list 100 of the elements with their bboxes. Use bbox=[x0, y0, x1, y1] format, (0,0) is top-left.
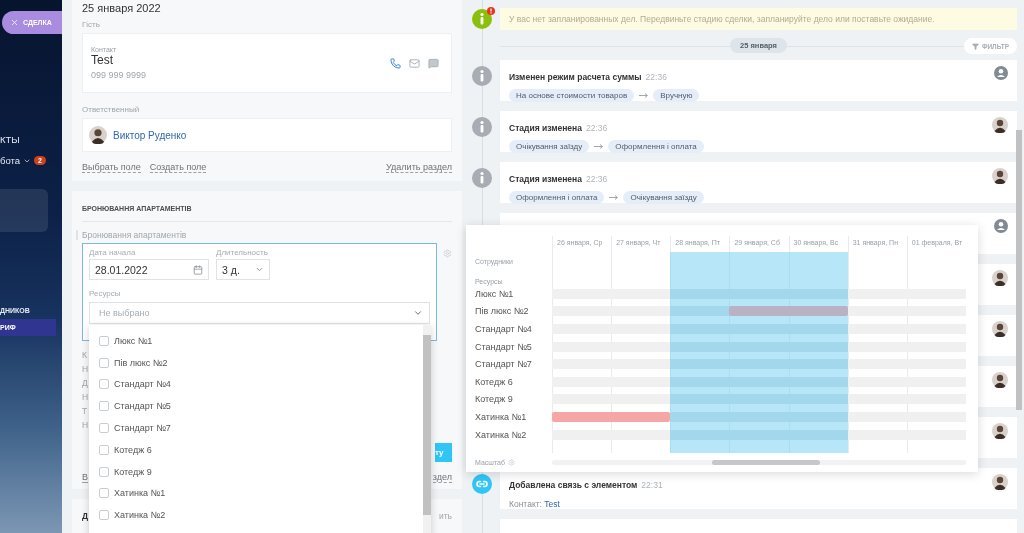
phone-icon[interactable] bbox=[390, 57, 401, 69]
settings-icon[interactable] bbox=[507, 459, 515, 467]
field-value: Н bbox=[82, 420, 89, 430]
info-icon bbox=[472, 9, 492, 29]
contact-phone: 099 999 9999 bbox=[91, 70, 147, 80]
sidebar-item[interactable]: бота bbox=[0, 155, 21, 166]
checkbox[interactable] bbox=[99, 401, 109, 412]
avatar bbox=[992, 117, 1008, 133]
info-icon bbox=[472, 168, 492, 188]
sidebar-item[interactable]: КТЫ bbox=[0, 132, 20, 147]
booking-cell[interactable] bbox=[788, 306, 848, 317]
resource-name: Котедж 9 bbox=[475, 394, 514, 405]
booking-cell[interactable] bbox=[729, 306, 789, 317]
sidebar-panel bbox=[0, 189, 48, 232]
filter-icon bbox=[971, 42, 979, 50]
resource-name: Котедж 6 bbox=[475, 376, 514, 387]
dropdown-option[interactable]: Люкс №1 bbox=[89, 330, 419, 352]
field-value: Н bbox=[82, 364, 89, 374]
delete-section-link[interactable]: Удалить раздел bbox=[386, 162, 452, 173]
event-time: 22:36 bbox=[585, 123, 608, 133]
dropdown-option[interactable]: Котедж 6 bbox=[89, 439, 419, 461]
resource-name: Стандарт №7 bbox=[475, 359, 533, 370]
arrow-icon bbox=[594, 144, 604, 149]
contact-name: Test bbox=[91, 53, 114, 67]
horizontal-scrollbar[interactable] bbox=[552, 460, 966, 466]
stage-chip: Очікування заїзду bbox=[509, 140, 590, 153]
checkbox[interactable] bbox=[99, 444, 109, 455]
field-label: Длительность bbox=[216, 248, 269, 257]
field-label: Т bbox=[82, 406, 88, 416]
field-label: Ответственный bbox=[82, 105, 141, 114]
booking-cell[interactable] bbox=[552, 411, 612, 422]
field-link[interactable]: Создать поле bbox=[149, 162, 207, 173]
event-title: Изменен режим расчета суммы bbox=[509, 72, 642, 82]
link-icon bbox=[472, 474, 492, 494]
checkbox[interactable] bbox=[99, 379, 109, 390]
arrow-icon bbox=[609, 195, 619, 200]
resource-name: Пів люкс №2 bbox=[475, 306, 530, 317]
alert-badge-icon bbox=[487, 7, 495, 15]
dropdown-option[interactable]: Хатинка №2 bbox=[89, 504, 419, 527]
field-label: Ресурсы bbox=[89, 289, 122, 298]
avatar bbox=[992, 474, 1008, 490]
field-link[interactable]: Выбрать поле bbox=[82, 162, 141, 173]
close-icon bbox=[10, 18, 19, 27]
checkbox[interactable] bbox=[99, 335, 109, 346]
settings-icon[interactable] bbox=[443, 249, 452, 258]
avatar bbox=[89, 126, 107, 144]
field-label: Дата начала bbox=[89, 248, 137, 257]
info-icon bbox=[472, 117, 492, 137]
field-label: Д bbox=[82, 378, 88, 388]
resource-name: Стандарт №4 bbox=[475, 324, 533, 334]
avatar bbox=[992, 270, 1008, 286]
resource-name: Стандарт №5 bbox=[475, 341, 533, 352]
chat-icon[interactable] bbox=[428, 57, 439, 69]
checkbox[interactable] bbox=[99, 466, 109, 477]
avatar bbox=[992, 372, 1008, 388]
stage-chip: Очікування заїзду bbox=[623, 191, 704, 204]
checkbox[interactable] bbox=[99, 510, 109, 521]
stage-chip: Оформлення і оплата bbox=[608, 140, 704, 153]
dropdown-option[interactable]: Котедж 9 bbox=[89, 460, 419, 483]
calendar-icon bbox=[193, 264, 203, 275]
chevron-icon bbox=[413, 308, 424, 318]
stage-chip: Оформлення і оплата bbox=[509, 191, 605, 204]
person-icon bbox=[994, 219, 1008, 233]
stage-chip: Вручную bbox=[653, 89, 700, 102]
dropdown-option[interactable]: Хатинка №1 bbox=[89, 482, 419, 505]
user-link[interactable]: Виктор Руденко bbox=[113, 129, 187, 141]
event-time: 22:36 bbox=[585, 174, 608, 184]
stage-chip: На основе стоимости товаров bbox=[509, 89, 635, 102]
event-time: 22:31 bbox=[641, 480, 663, 490]
event-text: Контакт: Test bbox=[509, 499, 561, 509]
checkbox[interactable] bbox=[99, 357, 109, 368]
delete-section-link[interactable]: здел bbox=[432, 472, 452, 483]
avatar bbox=[992, 423, 1008, 439]
booking-cell[interactable] bbox=[611, 411, 671, 422]
notice-message: У вас нет запланированных дел. Передвиньте стадию сделки, запланируйте дело или поставьте ожидание. bbox=[500, 8, 1017, 30]
resource-name: Люкс №1 bbox=[475, 288, 515, 299]
avatar bbox=[992, 168, 1008, 184]
info-icon bbox=[472, 66, 492, 86]
chevron-icon bbox=[255, 265, 264, 274]
arrow-icon bbox=[639, 93, 649, 98]
resource-name: Хатинка №1 bbox=[475, 411, 528, 422]
checkbox[interactable] bbox=[99, 423, 109, 434]
dropdown-option[interactable]: Стандарт №7 bbox=[89, 417, 419, 439]
mail-icon[interactable] bbox=[409, 57, 420, 69]
checkbox[interactable] bbox=[99, 488, 109, 499]
event-time: 22:36 bbox=[645, 72, 667, 82]
field-label: Гість bbox=[82, 20, 101, 29]
field-value: Н bbox=[82, 392, 89, 402]
date-input[interactable]: 28.01.2022 bbox=[89, 259, 209, 280]
event-title: Стадия изменена bbox=[509, 174, 582, 184]
deal-date: 25 января 2022 bbox=[82, 2, 162, 14]
duration-select[interactable]: 3 д. bbox=[216, 259, 270, 280]
dropdown-option[interactable]: Стандарт №5 bbox=[89, 395, 419, 418]
field-link[interactable]: В bbox=[82, 472, 88, 483]
dropdown-option[interactable]: Стандарт №4 bbox=[89, 373, 419, 396]
event-title: Стадия изменена bbox=[509, 123, 582, 133]
dropdown-option[interactable]: Пів люкс №2 bbox=[89, 351, 419, 374]
contact-link[interactable]: Test bbox=[544, 499, 560, 509]
field-label: К bbox=[82, 350, 87, 360]
section-title: Д bbox=[82, 511, 89, 521]
